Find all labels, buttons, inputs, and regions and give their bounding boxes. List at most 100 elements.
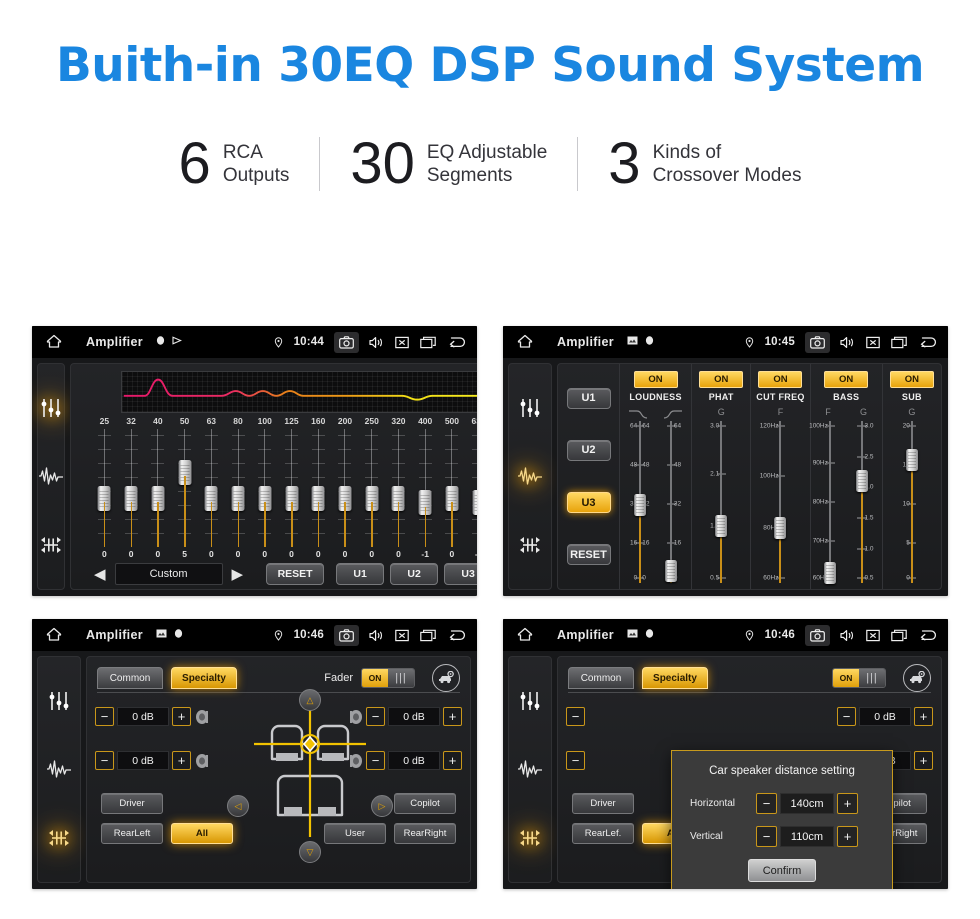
back-icon[interactable] (918, 629, 938, 642)
balance-icon[interactable] (46, 825, 72, 851)
eq-slider[interactable]: 5 (171, 428, 198, 560)
close-box-icon[interactable] (395, 336, 409, 349)
decrement-button[interactable]: − (366, 751, 385, 770)
close-box-icon[interactable] (395, 629, 409, 642)
position-driver-button[interactable]: Driver (572, 793, 634, 814)
eq-slider[interactable]: -1 (412, 428, 439, 560)
equalizer-icon[interactable] (517, 688, 543, 714)
cutfreq-slider[interactable]: 120Hz 100Hz 80Hz 60Hz (760, 421, 793, 583)
increment-button[interactable]: + (914, 751, 933, 770)
decrement-button[interactable]: − (566, 751, 585, 770)
cutfreq-toggle[interactable]: ON (758, 371, 803, 388)
decrement-button[interactable]: − (756, 826, 777, 847)
preset-u1-button[interactable]: U1 (336, 563, 385, 585)
recents-icon[interactable] (420, 336, 436, 349)
volume-icon[interactable] (369, 336, 384, 349)
phat-slider[interactable]: 3.0 2.1 1.3 0.5 (709, 421, 734, 583)
camera-icon[interactable] (805, 331, 830, 353)
confirm-button[interactable]: Confirm (748, 859, 816, 882)
preset-next-button[interactable]: ▶ (229, 565, 247, 583)
eq-slider[interactable]: 0 (251, 428, 278, 560)
decrement-button[interactable]: − (366, 707, 385, 726)
recents-icon[interactable] (891, 629, 907, 642)
waveform-icon[interactable] (38, 463, 64, 489)
decrement-button[interactable]: − (95, 707, 114, 726)
preset-u3-button[interactable]: U3 (566, 492, 611, 514)
phat-toggle[interactable]: ON (699, 371, 744, 388)
loudness-toggle[interactable]: ON (633, 371, 678, 388)
increment-button[interactable]: + (443, 751, 462, 770)
increment-button[interactable]: + (837, 826, 858, 847)
back-icon[interactable] (447, 336, 467, 349)
camera-icon[interactable] (334, 624, 359, 646)
waveform-icon[interactable] (46, 756, 72, 782)
home-icon[interactable] (517, 627, 539, 644)
decrement-button[interactable]: − (566, 707, 585, 726)
eq-slider[interactable]: 0 (144, 428, 171, 560)
increment-button[interactable]: + (172, 707, 191, 726)
preset-u2-button[interactable]: U2 (566, 439, 611, 461)
tab-common[interactable]: Common (568, 667, 634, 689)
close-box-icon[interactable] (866, 629, 880, 642)
tab-specialty[interactable]: Specialty (171, 667, 237, 689)
eq-slider[interactable]: 0 (439, 428, 466, 560)
preset-u2-button[interactable]: U2 (390, 563, 439, 585)
nav-left-button[interactable]: ◁ (227, 795, 249, 817)
eq-slider[interactable]: 0 (385, 428, 412, 560)
waveform-icon[interactable] (517, 756, 543, 782)
increment-button[interactable]: + (837, 793, 858, 814)
preset-u1-button[interactable]: U1 (566, 387, 611, 409)
back-icon[interactable] (918, 336, 938, 349)
eq-slider[interactable]: 0 (118, 428, 145, 560)
sub-slider[interactable]: 20 15 10 5 0 (899, 421, 924, 583)
eq-slider[interactable]: 0 (358, 428, 385, 560)
camera-icon[interactable] (805, 624, 830, 646)
position-driver-button[interactable]: Driver (101, 793, 163, 814)
home-icon[interactable] (517, 334, 539, 351)
tab-specialty[interactable]: Specialty (642, 667, 708, 689)
tab-common[interactable]: Common (97, 667, 163, 689)
preset-display[interactable]: Custom (114, 563, 223, 585)
fader-toggle[interactable]: ON ||| (361, 668, 415, 688)
nav-down-button[interactable]: ▽ (299, 841, 321, 863)
reset-button[interactable]: RESET (566, 544, 611, 566)
bass-gain-slider[interactable]: 3.0 2.5 2.0 1.5 1.0 0.5 (846, 421, 878, 583)
decrement-button[interactable]: − (756, 793, 777, 814)
position-rearleft-button[interactable]: RearLef. (572, 823, 634, 844)
increment-button[interactable]: + (172, 751, 191, 770)
sub-toggle[interactable]: ON (889, 371, 934, 388)
preset-u3-button[interactable]: U3 (444, 563, 477, 585)
recents-icon[interactable] (420, 629, 436, 642)
position-copilot-button[interactable]: Copilot (394, 793, 456, 814)
decrement-button[interactable]: − (837, 707, 856, 726)
eq-slider[interactable]: 0 (91, 428, 118, 560)
home-icon[interactable] (46, 334, 68, 351)
camera-icon[interactable] (334, 331, 359, 353)
fader-toggle[interactable]: ON ||| (832, 668, 886, 688)
car-settings-icon[interactable] (432, 664, 460, 692)
close-box-icon[interactable] (866, 336, 880, 349)
waveform-icon[interactable] (517, 463, 543, 489)
increment-button[interactable]: + (443, 707, 462, 726)
bass-freq-slider[interactable]: 100Hz 90Hz 80Hz 70Hz 60Hz (809, 421, 847, 584)
equalizer-icon[interactable] (517, 395, 543, 421)
eq-slider[interactable]: 0 (305, 428, 332, 560)
nav-up-button[interactable]: △ (299, 689, 321, 711)
position-user-button[interactable]: User (324, 823, 386, 844)
position-all-button[interactable]: All (171, 823, 233, 844)
back-icon[interactable] (447, 629, 467, 642)
reset-button[interactable]: RESET (266, 563, 325, 585)
eq-slider[interactable]: 0 (278, 428, 305, 560)
volume-icon[interactable] (369, 629, 384, 642)
eq-slider[interactable]: 0 (225, 428, 252, 560)
balance-icon[interactable] (517, 532, 543, 558)
eq-slider[interactable]: 0 (198, 428, 225, 560)
balance-icon[interactable] (517, 825, 543, 851)
home-icon[interactable] (46, 627, 68, 644)
balance-icon[interactable] (38, 532, 64, 558)
recents-icon[interactable] (891, 336, 907, 349)
bass-toggle[interactable]: ON (824, 371, 869, 388)
equalizer-icon[interactable] (38, 395, 64, 421)
volume-icon[interactable] (840, 336, 855, 349)
loudness-slider-left[interactable]: 6464 4848 3232 1616 00 (624, 421, 656, 583)
